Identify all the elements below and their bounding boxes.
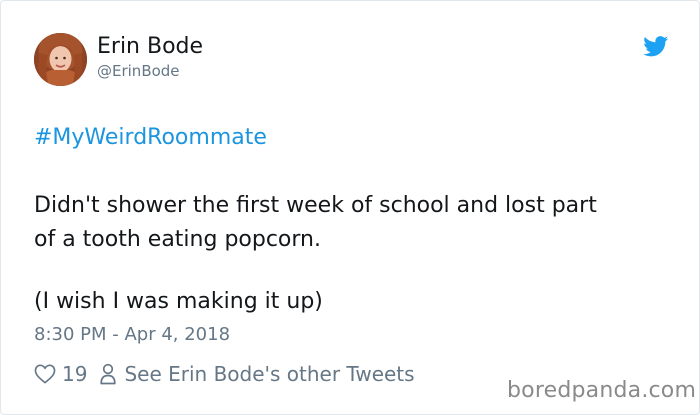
avatar-image (34, 33, 87, 86)
twitter-bird-icon[interactable] (643, 36, 669, 57)
tweet-text-extra: (I wish I was making it up) (34, 289, 323, 314)
author-handle[interactable]: @ErinBode (97, 62, 180, 80)
avatar[interactable] (34, 33, 87, 86)
hashtag-link[interactable]: #MyWeirdRoommate (34, 123, 267, 153)
watermark: boredpanda.com (507, 378, 697, 403)
tweet-actions: 19 See Erin Bode's other Tweets (34, 361, 415, 387)
tweet-timestamp[interactable]: 8:30 PM - Apr 4, 2018 (34, 323, 230, 347)
person-icon (100, 363, 117, 385)
other-tweets-link[interactable]: See Erin Bode's other Tweets (100, 362, 415, 386)
tweet-text-line: Didn't shower the first week of school a… (34, 193, 597, 218)
tweet-text-line: of a tooth eating popcorn. (34, 227, 321, 252)
like-button[interactable]: 19 (34, 362, 87, 386)
heart-icon (34, 364, 56, 384)
author-name[interactable]: Erin Bode (97, 33, 203, 61)
other-tweets-label: See Erin Bode's other Tweets (124, 362, 415, 386)
tweet-card: Erin Bode @ErinBode #MyWeirdRoommate Did… (0, 0, 700, 415)
like-count: 19 (62, 362, 88, 386)
tweet-text: Didn't shower the first week of school a… (34, 189, 674, 257)
